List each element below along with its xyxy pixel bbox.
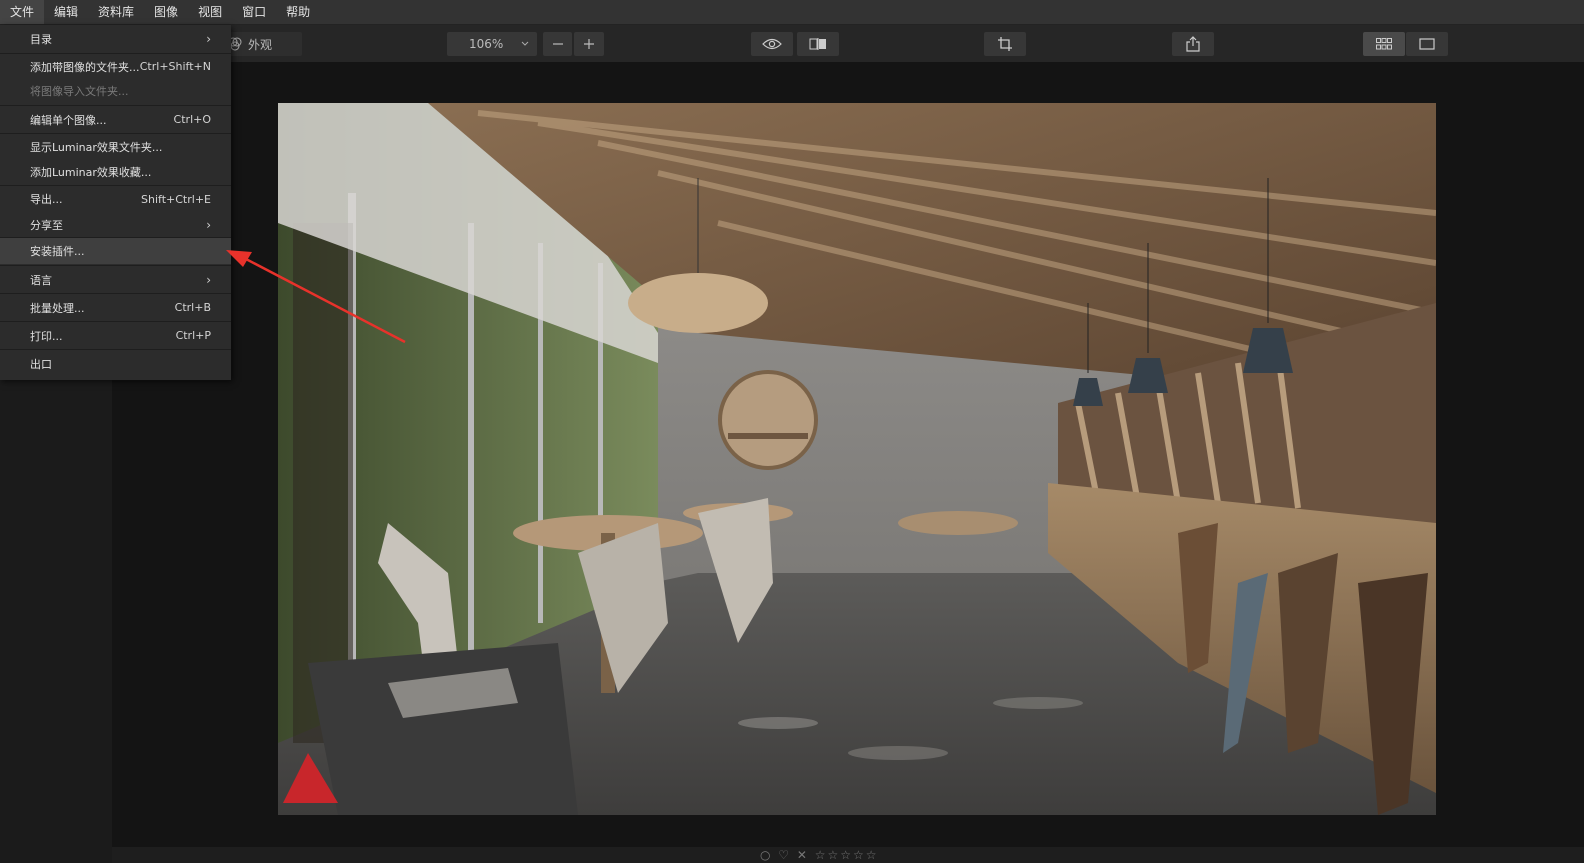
menu-item-share-to[interactable]: 分享至 › xyxy=(0,212,231,237)
zoom-select[interactable]: 106% xyxy=(447,32,537,56)
menu-item-catalog[interactable]: 目录 › xyxy=(0,25,231,52)
chevron-down-icon xyxy=(521,41,529,47)
file-menu-dropdown: 目录 › 添加带图像的文件夹... Ctrl+Shift+N 将图像导入文件夹.… xyxy=(0,25,231,380)
menu-view[interactable]: 视图 xyxy=(188,0,232,24)
menu-item-batch-processing[interactable]: 批量处理... Ctrl+B xyxy=(0,294,231,321)
menu-library[interactable]: 资料库 xyxy=(88,0,144,24)
crop-button[interactable] xyxy=(984,32,1026,56)
toolbar: 外观 106% xyxy=(0,25,1584,62)
menu-item-shortcut: Ctrl+B xyxy=(174,301,211,314)
menu-item-exit[interactable]: 出口 xyxy=(0,350,231,378)
menu-item-install-plugins[interactable]: 安装插件... xyxy=(0,238,231,264)
gallery-view-button[interactable] xyxy=(1363,32,1405,56)
compare-button[interactable] xyxy=(797,32,839,56)
compare-icon xyxy=(808,38,828,50)
menu-item-label: 添加Luminar效果收藏... xyxy=(30,165,152,179)
appearance-label: 外观 xyxy=(248,37,273,52)
menu-image[interactable]: 图像 xyxy=(144,0,188,24)
menu-edit[interactable]: 编辑 xyxy=(44,0,88,24)
menu-item-label: 编辑单个图像... xyxy=(30,113,107,127)
menu-bar: 文件 编辑 资料库 图像 视图 窗口 帮助 xyxy=(0,0,1584,25)
single-view-icon xyxy=(1419,38,1435,50)
grid-icon xyxy=(1376,38,1392,50)
menu-file[interactable]: 文件 xyxy=(0,0,45,24)
menu-item-label: 添加带图像的文件夹... xyxy=(30,60,140,74)
preview-button[interactable] xyxy=(751,32,793,56)
menu-item-add-looks-collection[interactable]: 添加Luminar效果收藏... xyxy=(0,159,231,184)
menu-item-label: 出口 xyxy=(30,358,52,371)
menu-item-label: 目录 xyxy=(30,32,52,46)
menu-item-import-images[interactable]: 将图像导入文件夹... xyxy=(0,79,231,103)
eye-icon xyxy=(762,38,782,50)
menu-item-language[interactable]: 语言 › xyxy=(0,266,231,293)
chevron-right-icon: › xyxy=(206,272,211,287)
status-bar: ○ ♡ ✕ ☆☆☆☆☆ xyxy=(112,847,1584,863)
zoom-value: 106% xyxy=(469,37,504,51)
menu-item-print[interactable]: 打印... Ctrl+P xyxy=(0,322,231,349)
menu-item-shortcut: Ctrl+O xyxy=(173,113,211,126)
menu-item-label: 显示Luminar效果文件夹... xyxy=(30,140,163,154)
menu-item-add-folder[interactable]: 添加带图像的文件夹... Ctrl+Shift+N xyxy=(0,54,231,79)
chevron-right-icon: › xyxy=(206,31,211,46)
share-icon xyxy=(1186,36,1200,52)
rating-stars-icon[interactable]: ○ ♡ ✕ ☆☆☆☆☆ xyxy=(760,848,879,862)
crop-icon xyxy=(997,36,1013,52)
menu-item-label: 批量处理... xyxy=(30,301,85,315)
menu-item-label: 导出... xyxy=(30,193,63,206)
menu-item-label: 打印... xyxy=(30,329,63,343)
appearance-button[interactable]: 外观 xyxy=(222,32,302,56)
menu-item-shortcut: Ctrl+P xyxy=(175,329,211,342)
minus-icon xyxy=(552,38,564,50)
menu-window[interactable]: 窗口 xyxy=(232,0,276,24)
single-view-button[interactable] xyxy=(1406,32,1448,56)
menu-item-show-looks-folder[interactable]: 显示Luminar效果文件夹... xyxy=(0,134,231,159)
chevron-right-icon: › xyxy=(206,217,211,232)
menu-item-shortcut: Ctrl+Shift+N xyxy=(139,60,211,73)
menu-item-label: 安装插件... xyxy=(30,245,85,258)
zoom-in-button[interactable] xyxy=(574,32,604,56)
menu-item-label: 分享至 xyxy=(30,218,63,232)
share-button[interactable] xyxy=(1172,32,1214,56)
menu-item-export[interactable]: 导出... Shift+Ctrl+E xyxy=(0,186,231,212)
plus-icon xyxy=(583,38,595,50)
menu-item-label: 语言 xyxy=(30,273,52,287)
zoom-out-button[interactable] xyxy=(543,32,572,56)
photo-restaurant-interior xyxy=(278,103,1436,815)
menu-item-shortcut: Shift+Ctrl+E xyxy=(141,192,211,206)
menu-help[interactable]: 帮助 xyxy=(276,0,320,24)
menu-item-label: 将图像导入文件夹... xyxy=(30,85,129,98)
menu-item-edit-single-image[interactable]: 编辑单个图像... Ctrl+O xyxy=(0,106,231,133)
